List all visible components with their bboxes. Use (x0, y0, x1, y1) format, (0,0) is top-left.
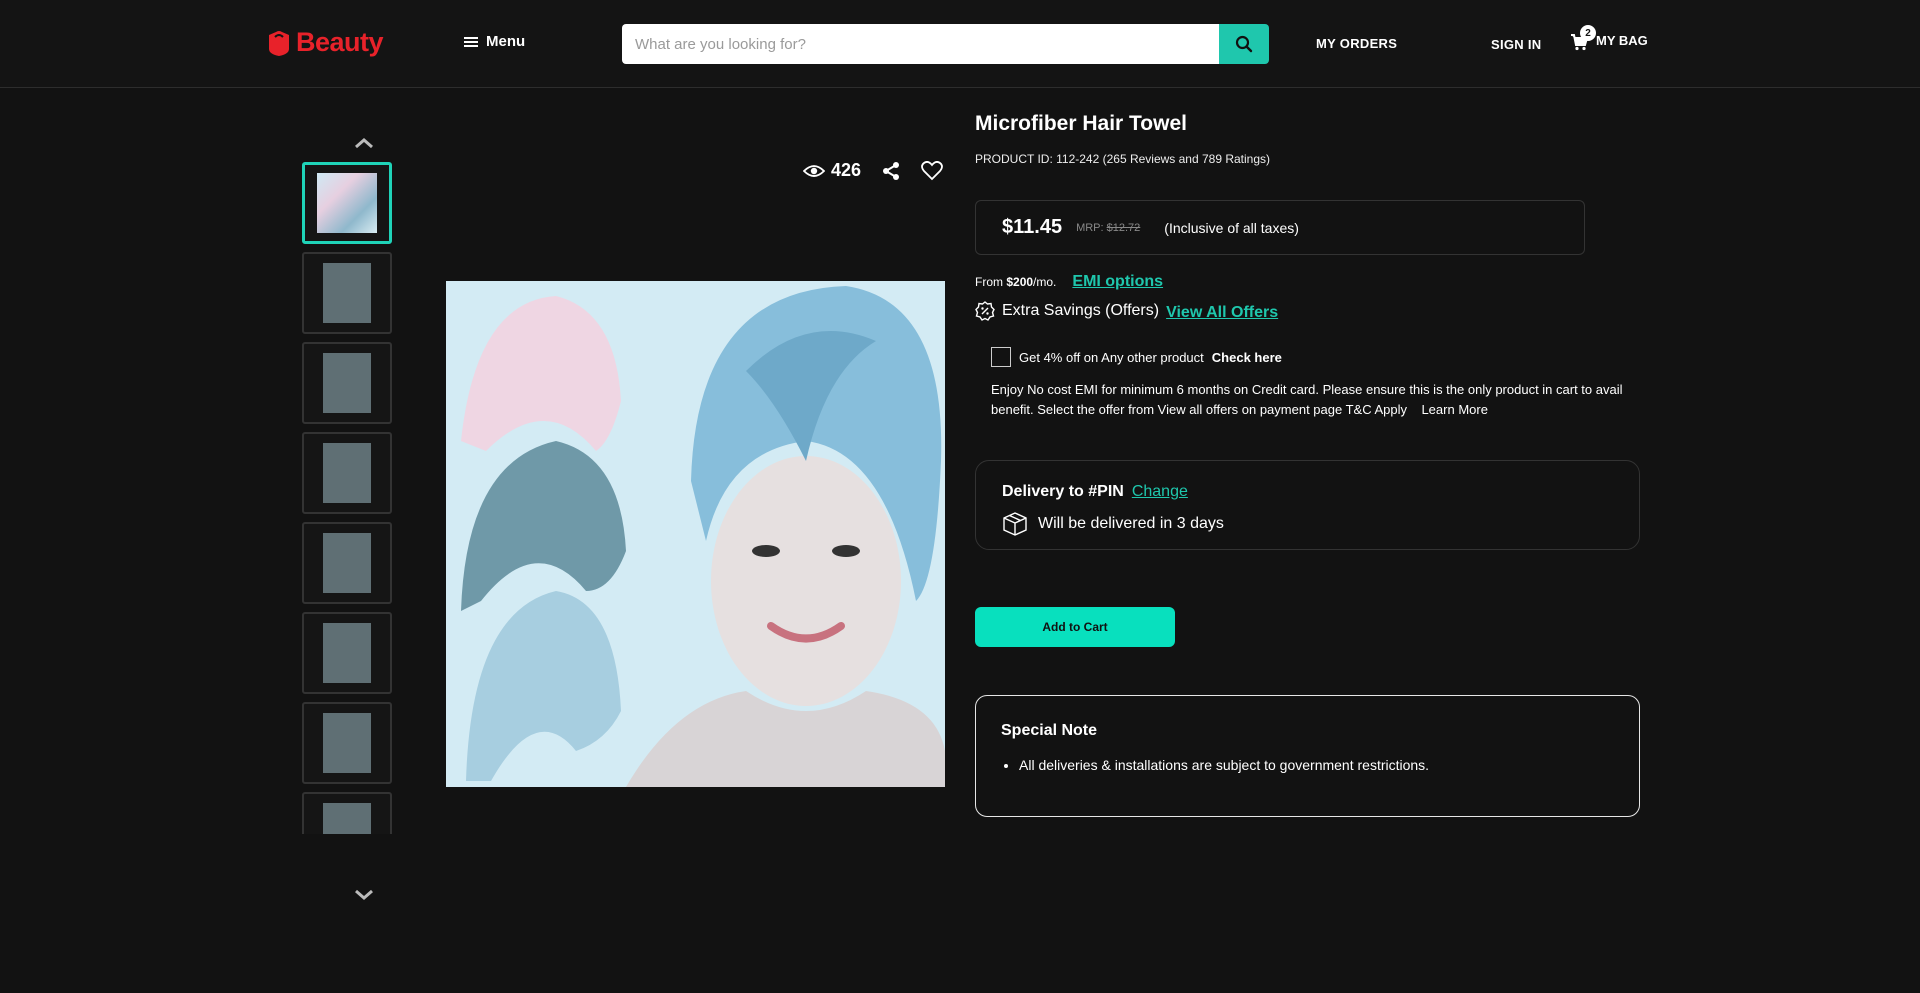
learn-more-link[interactable]: Learn More (1421, 402, 1487, 417)
face-shape (711, 456, 901, 706)
discount-badge-icon (975, 301, 995, 321)
emi-suffix: /mo. (1033, 275, 1057, 289)
delivery-info: Will be delivered in 3 days (1002, 512, 1224, 536)
product-thumbnail[interactable] (302, 162, 392, 244)
check-here-link[interactable]: Check here (1212, 350, 1282, 365)
emi-row: From $200/mo. EMI options (975, 273, 1163, 291)
tax-note: (Inclusive of all taxes) (1164, 219, 1299, 236)
product-id-line: PRODUCT ID: 112-242 (265 Reviews and 789… (975, 152, 1271, 166)
product-photo (446, 281, 945, 787)
mrp-value: $12.72 (1106, 221, 1141, 234)
view-all-offers-link[interactable]: View All Offers (1166, 304, 1278, 322)
special-note-box: Special Note All deliveries & installati… (975, 695, 1640, 817)
thumbnail-scroll-down-button[interactable] (352, 885, 376, 905)
menu-button[interactable]: Menu (464, 33, 525, 50)
offer-checkbox-row: Get 4% off on Any other product Check he… (991, 347, 1282, 367)
mrp-label: MRP: (1076, 221, 1104, 234)
special-note-item: All deliveries & installations are subje… (1019, 757, 1614, 773)
product-thumbnail[interactable] (302, 432, 392, 514)
offer-check-text: Get 4% off on Any other product (1019, 349, 1204, 365)
bag-label: MY BAG (1596, 33, 1648, 48)
product-thumbnail[interactable] (302, 252, 392, 334)
mrp: MRP: $12.72 (1076, 222, 1140, 234)
package-icon (1003, 512, 1027, 536)
thumbnail-list (302, 162, 392, 834)
thumbnail-image (323, 443, 371, 503)
delivery-label: Delivery to #PIN (1002, 483, 1124, 500)
search-icon (1235, 35, 1253, 53)
emi-amount: $200 (1006, 275, 1034, 289)
brand-logo[interactable]: Beauty (266, 27, 384, 58)
search-input[interactable] (622, 24, 1219, 64)
change-pin-link[interactable]: Change (1132, 483, 1188, 501)
sign-in-link[interactable]: SIGN IN (1491, 37, 1542, 52)
emi-options-link[interactable]: EMI options (1072, 273, 1163, 291)
search-bar (622, 24, 1269, 64)
search-button[interactable] (1219, 24, 1269, 64)
left-eye-shape (752, 545, 780, 557)
price: $11.45 (1002, 216, 1063, 238)
logo-text: Beauty (296, 27, 384, 57)
menu-label: Menu (486, 33, 526, 50)
thumbnail-image (323, 623, 371, 683)
chevron-down-icon (355, 889, 373, 900)
delivery-box: Delivery to #PIN Change Will be delivere… (975, 460, 1640, 550)
chevron-up-icon (355, 138, 373, 149)
main-product-image[interactable] (446, 281, 945, 787)
offer-description: Enjoy No cost EMI for minimum 6 months o… (991, 380, 1641, 420)
heart-icon[interactable] (921, 160, 943, 181)
thumbnail-scroll-up-button[interactable] (352, 133, 376, 153)
thumbnail-image (317, 173, 377, 233)
thumbnail-image (323, 353, 371, 413)
product-thumbnail[interactable] (302, 342, 392, 424)
product-thumbnail[interactable] (302, 792, 392, 834)
product-title: Microfiber Hair Towel (975, 112, 1187, 135)
offers-row: Extra Savings (Offers) View All Offers (975, 300, 1278, 322)
thumbnail-image (323, 533, 371, 593)
offer-desc-text: Enjoy No cost EMI for minimum 6 months o… (991, 382, 1623, 417)
view-count-value: 426 (831, 160, 862, 180)
share-icon[interactable] (881, 161, 901, 181)
product-stats: 426 (803, 160, 943, 181)
shopping-bag-logo-icon (269, 30, 289, 56)
add-to-cart-button[interactable]: Add to Cart (975, 607, 1175, 647)
hamburger-icon (464, 36, 478, 47)
delivery-info-text: Will be delivered in 3 days (1038, 515, 1224, 532)
site-header: Beauty Menu MY ORDERS SIGN IN 2 MY BAG (0, 0, 1920, 88)
my-bag-button[interactable]: 2 MY BAG (1570, 25, 1648, 51)
special-note-title: Special Note (1001, 722, 1098, 739)
my-orders-link[interactable]: MY ORDERS (1316, 36, 1397, 51)
special-note-list: All deliveries & installations are subje… (1001, 757, 1614, 773)
eye-icon (803, 164, 825, 177)
price-box: $11.45 MRP: $12.72 (Inclusive of all tax… (975, 200, 1585, 255)
emi-text: From $200/mo. (975, 275, 1056, 289)
emi-from: From (975, 275, 1003, 289)
offers-label: Extra Savings (Offers) (1002, 302, 1160, 319)
delivery-title: Delivery to #PIN Change (1002, 483, 1188, 501)
product-thumbnail[interactable] (302, 612, 392, 694)
thumbnail-image (323, 713, 371, 773)
offer-checkbox[interactable] (991, 347, 1011, 367)
right-eye-shape (832, 545, 860, 557)
product-thumbnail[interactable] (302, 702, 392, 784)
product-thumbnail[interactable] (302, 522, 392, 604)
thumbnail-image (323, 803, 371, 834)
view-count: 426 (803, 160, 861, 181)
bag-count-badge: 2 (1580, 25, 1596, 41)
thumbnail-image (323, 263, 371, 323)
